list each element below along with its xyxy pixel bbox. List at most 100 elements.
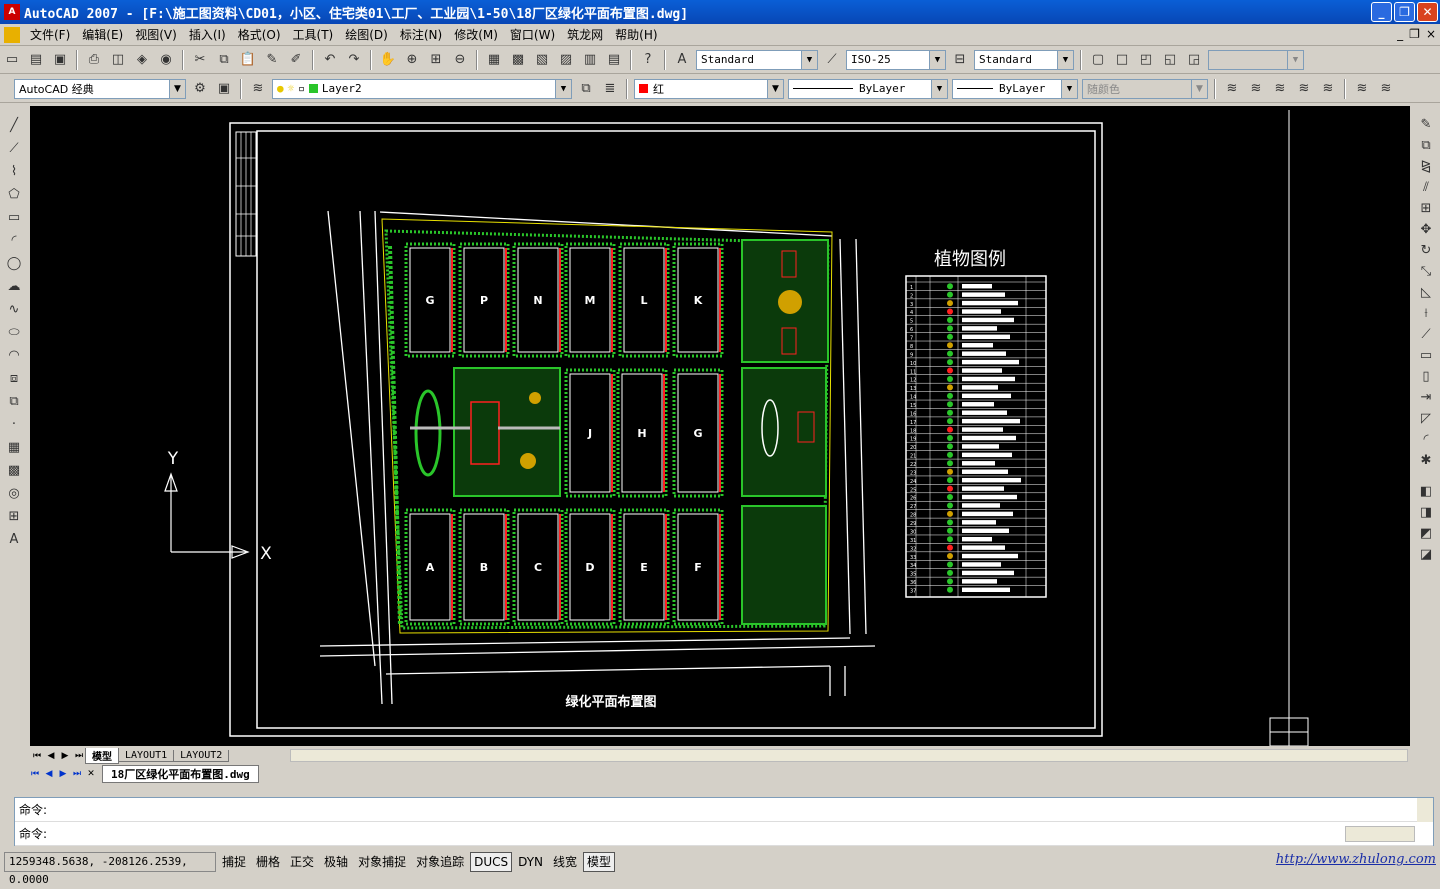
preview-icon[interactable]: ◫ [107, 49, 129, 71]
zoom-previous-icon[interactable]: ⊖ [449, 49, 471, 71]
polygon-viewport-icon[interactable]: ◰ [1135, 49, 1157, 71]
mirror-icon[interactable]: ⧎ [1415, 156, 1437, 177]
calculator-icon[interactable]: ▤ [603, 49, 625, 71]
layer-select[interactable]: ● ☼ ▫ Layer2 ▼ [272, 78, 572, 99]
properties-icon[interactable]: ▦ [483, 49, 505, 71]
lineweight-toggle[interactable]: 线宽 [549, 852, 581, 872]
menu-file[interactable]: 文件(F) [24, 26, 76, 43]
markup-icon[interactable]: ▥ [579, 49, 601, 71]
model-toggle[interactable]: 模型 [583, 851, 616, 872]
scale-icon[interactable]: ⤡ [1415, 261, 1437, 282]
menu-format[interactable]: 格式(O) [232, 26, 287, 43]
clip-viewport-icon[interactable]: ◱ [1159, 49, 1181, 71]
region-icon[interactable]: ◎ [3, 483, 25, 504]
plotstyle-select[interactable]: 随颜色 ▼ [1082, 78, 1208, 99]
draw-order-1-icon[interactable]: ◧ [1415, 481, 1437, 502]
tab-layout1[interactable]: LAYOUT1 [118, 749, 175, 762]
block-editor-icon[interactable]: ✐ [285, 49, 307, 71]
drawing-canvas[interactable]: GPNMLKJHGABCDEF 绿化平面布置图 植物图例 12345 6 7 8… [30, 106, 1410, 746]
last-tab-icon[interactable]: ⏭ [72, 751, 86, 761]
pan-icon[interactable]: ✋ [377, 49, 399, 71]
chamfer-icon[interactable]: ◸ [1415, 408, 1437, 429]
help-icon[interactable]: ? [637, 49, 659, 71]
arc-icon[interactable]: ◜ [3, 230, 25, 251]
tab-layout2[interactable]: LAYOUT2 [173, 749, 230, 762]
otrack-toggle[interactable]: 对象追踪 [412, 852, 468, 872]
document-icon[interactable] [4, 26, 20, 43]
insert-block-icon[interactable]: ⧈ [3, 368, 25, 389]
save-icon[interactable]: ▣ [49, 49, 71, 71]
spline-icon[interactable]: ∿ [3, 299, 25, 320]
doc-next-icon[interactable]: ▶ [56, 769, 70, 779]
layer-tool-3-icon[interactable]: ≋ [1269, 78, 1291, 100]
ellipse-icon[interactable]: ⬭ [3, 322, 25, 343]
match-properties-icon[interactable]: ✎ [261, 49, 283, 71]
layer-tool-7-icon[interactable]: ≋ [1375, 78, 1397, 100]
menu-dimension[interactable]: 标注(N) [394, 26, 448, 43]
save-workspace-icon[interactable]: ▣ [213, 78, 235, 100]
menu-window[interactable]: 窗口(W) [504, 26, 561, 43]
draw-order-4-icon[interactable]: ◪ [1415, 544, 1437, 565]
menu-view[interactable]: 视图(V) [129, 26, 183, 43]
break-icon[interactable]: ▯ [1415, 366, 1437, 387]
layer-tool-1-icon[interactable]: ≋ [1221, 78, 1243, 100]
zoom-realtime-icon[interactable]: ⊕ [401, 49, 423, 71]
mdi-restore-button[interactable]: ❐ [1409, 27, 1420, 41]
polyline-icon[interactable]: ⌇ [3, 161, 25, 182]
undo-icon[interactable]: ↶ [319, 49, 341, 71]
hatch-icon[interactable]: ▦ [3, 437, 25, 458]
redo-icon[interactable]: ↷ [343, 49, 365, 71]
text-style-icon[interactable]: A [671, 49, 693, 71]
layer-manager-icon[interactable]: ≋ [247, 78, 269, 100]
extend-icon[interactable]: ⟋ [1415, 324, 1437, 345]
dim-style-icon[interactable]: ⟋ [821, 49, 843, 71]
text-style-select[interactable]: Standard ▼ [696, 49, 818, 70]
point-icon[interactable]: · [3, 414, 25, 435]
paste-icon[interactable]: 📋 [237, 49, 259, 71]
layer-tool-2-icon[interactable]: ≋ [1245, 78, 1267, 100]
multiline-text-icon[interactable]: A [3, 529, 25, 550]
command-input-line[interactable]: 命令: [15, 822, 1433, 846]
menu-insert[interactable]: 插入(I) [183, 26, 232, 43]
first-tab-icon[interactable]: ⏮ [30, 751, 44, 761]
cut-icon[interactable]: ✂ [189, 49, 211, 71]
lineweight-select[interactable]: ByLayer ▼ [952, 78, 1078, 99]
ellipse-arc-icon[interactable]: ◠ [3, 345, 25, 366]
doc-first-icon[interactable]: ⏮ [28, 769, 42, 779]
trim-icon[interactable]: ⟊ [1415, 303, 1437, 324]
coordinates-readout[interactable]: 1259348.5638, -208126.2539, 0.0000 [4, 851, 216, 886]
prev-tab-icon[interactable]: ◀ [44, 751, 58, 761]
layer-tool-5-icon[interactable]: ≋ [1317, 78, 1339, 100]
tool-palettes-icon[interactable]: ▧ [531, 49, 553, 71]
doc-close-icon[interactable]: ✕ [84, 769, 98, 779]
open-icon[interactable]: ▤ [25, 49, 47, 71]
3d-dwf-icon[interactable]: ◉ [155, 49, 177, 71]
gradient-icon[interactable]: ▩ [3, 460, 25, 481]
rotate-icon[interactable]: ↻ [1415, 240, 1437, 261]
stretch-icon[interactable]: ◺ [1415, 282, 1437, 303]
fillet-icon[interactable]: ◜ [1415, 429, 1437, 450]
zoom-window-icon[interactable]: ⊞ [425, 49, 447, 71]
array-icon[interactable]: ⊞ [1415, 198, 1437, 219]
table-icon[interactable]: ⊞ [3, 506, 25, 527]
mdi-close-button[interactable]: × [1426, 27, 1436, 41]
revision-cloud-icon[interactable]: ☁ [3, 276, 25, 297]
dim-style-select[interactable]: ISO-25 ▼ [846, 49, 946, 70]
menu-tools[interactable]: 工具(T) [287, 26, 340, 43]
copy-icon[interactable]: ⧉ [213, 49, 235, 71]
command-horizontal-scrollbar[interactable] [1345, 826, 1415, 842]
color-select[interactable]: 红 ▼ [634, 78, 784, 99]
move-icon[interactable]: ✥ [1415, 219, 1437, 240]
join-icon[interactable]: ⇥ [1415, 387, 1437, 408]
workspace-select[interactable]: AutoCAD 经典 ▼ [14, 78, 186, 99]
break-at-point-icon[interactable]: ▭ [1415, 345, 1437, 366]
design-center-icon[interactable]: ▩ [507, 49, 529, 71]
print-icon[interactable]: ⎙ [83, 49, 105, 71]
table-style-select[interactable]: Standard ▼ [974, 49, 1074, 70]
menu-help[interactable]: 帮助(H) [609, 26, 663, 43]
single-viewport-icon[interactable]: □ [1111, 49, 1133, 71]
make-current-layer-icon[interactable]: ⧉ [575, 78, 597, 100]
menu-zhulong[interactable]: 筑龙网 [561, 26, 609, 43]
grid-toggle[interactable]: 栅格 [252, 852, 284, 872]
restore-button[interactable]: ❐ [1394, 2, 1415, 22]
